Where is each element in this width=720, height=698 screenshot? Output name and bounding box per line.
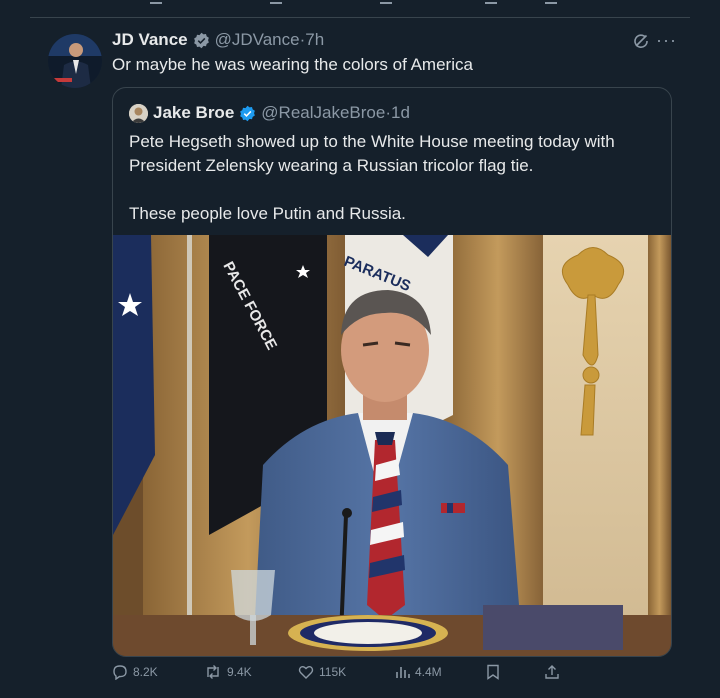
divider bbox=[30, 17, 690, 18]
quote-avatar-image bbox=[129, 103, 148, 123]
repost-button[interactable]: 9.4K bbox=[204, 664, 252, 680]
prev-share-icon[interactable] bbox=[545, 0, 557, 4]
bookmark-icon bbox=[487, 664, 499, 680]
previous-tweet-actions bbox=[0, 0, 720, 8]
avatar[interactable] bbox=[48, 34, 102, 88]
like-count: 115K bbox=[319, 665, 347, 679]
avatar-image bbox=[48, 34, 102, 88]
verified-badge-icon bbox=[240, 105, 256, 121]
repost-count: 9.4K bbox=[227, 665, 252, 679]
quote-paragraph: Pete Hegseth showed up to the White Hous… bbox=[129, 132, 615, 175]
share-button[interactable] bbox=[544, 664, 565, 680]
tweet-header: JD Vance @JDVance · 7h bbox=[112, 30, 324, 50]
quote-photo[interactable]: PACE FORCE PARATUS bbox=[113, 235, 671, 656]
quote-avatar[interactable] bbox=[129, 103, 148, 123]
quote-timestamp[interactable]: 1d bbox=[391, 103, 410, 123]
author-name[interactable]: JD Vance bbox=[112, 30, 188, 50]
reply-count: 8.2K bbox=[133, 665, 158, 679]
bookmark-button[interactable] bbox=[486, 664, 505, 680]
prev-bookmark-icon[interactable] bbox=[485, 0, 497, 4]
quote-author-name[interactable]: Jake Broe bbox=[153, 103, 234, 123]
more-icon[interactable]: ··· bbox=[656, 30, 677, 51]
quote-header: Jake Broe @RealJakeBroe · 1d bbox=[129, 103, 410, 123]
timestamp[interactable]: 7h bbox=[305, 30, 324, 50]
like-icon bbox=[298, 666, 314, 679]
reply-button[interactable]: 8.2K bbox=[112, 664, 158, 680]
prev-repost-icon[interactable] bbox=[270, 0, 282, 4]
quote-author-handle[interactable]: @RealJakeBroe bbox=[261, 103, 385, 123]
share-icon bbox=[545, 665, 559, 679]
quote-text: Pete Hegseth showed up to the White Hous… bbox=[129, 130, 659, 226]
repost-icon bbox=[207, 665, 219, 679]
views-button[interactable]: 4.4M bbox=[394, 664, 442, 680]
quoted-tweet[interactable]: Jake Broe @RealJakeBroe · 1d Pete Hegset… bbox=[112, 87, 672, 657]
verified-badge-icon bbox=[193, 32, 209, 48]
reply-icon bbox=[113, 665, 127, 680]
grok-icon[interactable] bbox=[633, 33, 649, 49]
views-icon bbox=[396, 667, 410, 678]
author-handle[interactable]: @JDVance bbox=[215, 30, 300, 50]
like-button[interactable]: 115K bbox=[298, 664, 346, 680]
tweet-text: Or maybe he was wearing the colors of Am… bbox=[112, 55, 473, 74]
prev-like-icon[interactable] bbox=[380, 0, 392, 4]
tweet-actions: 8.2K 9.4K 115K 4.4M bbox=[112, 664, 672, 686]
prev-reply-icon[interactable] bbox=[150, 0, 162, 4]
views-count: 4.4M bbox=[415, 665, 442, 679]
quote-paragraph: These people love Putin and Russia. bbox=[129, 204, 406, 223]
